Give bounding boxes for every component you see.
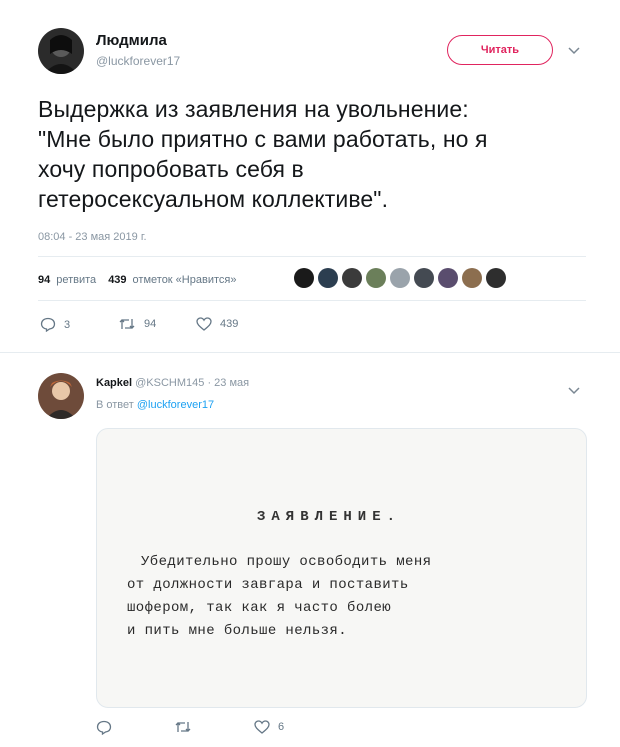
reply-author-name[interactable]: Kapkel: [96, 377, 132, 389]
reply-like-count: 6: [278, 721, 285, 733]
retweet-icon: [118, 317, 136, 331]
reply-count: 3: [64, 318, 71, 331]
reply-date[interactable]: · 23 мая: [207, 377, 249, 389]
reply-header: Kapkel @KSCHM145 · 23 мая: [96, 377, 249, 389]
document-line: от должности завгара и поставить: [127, 577, 409, 593]
heart-icon: [254, 720, 270, 734]
reply-to-line: В ответ @luckforever17: [96, 399, 214, 411]
likes-label[interactable]: отметок «Нравится»: [133, 274, 237, 286]
retweet-button[interactable]: 94: [118, 317, 156, 331]
document-line: и пить мне больше нельзя.: [127, 623, 348, 639]
author-name[interactable]: Людмила: [96, 32, 167, 49]
reply-to-mention[interactable]: @luckforever17: [137, 399, 214, 411]
like-count: 439: [220, 318, 239, 330]
reply-author-avatar[interactable]: [38, 373, 84, 419]
heart-icon: [196, 317, 212, 331]
liker-avatar[interactable]: [342, 268, 362, 288]
liker-avatar[interactable]: [486, 268, 506, 288]
retweets-label[interactable]: ретвита: [56, 274, 96, 286]
liker-avatar[interactable]: [366, 268, 386, 288]
retweet-icon: [174, 720, 192, 734]
reply-reply-button[interactable]: [96, 720, 120, 735]
like-button[interactable]: 439: [196, 317, 238, 331]
liker-avatar[interactable]: [462, 268, 482, 288]
tweet-timestamp[interactable]: 08:04 - 23 мая 2019 г.: [38, 231, 147, 243]
reply-author-handle[interactable]: @KSCHM145: [135, 377, 204, 389]
liker-avatar[interactable]: [390, 268, 410, 288]
reply-button[interactable]: 3: [40, 317, 70, 332]
liker-avatar[interactable]: [318, 268, 338, 288]
liker-avatars: [294, 268, 506, 288]
document-title: ЗАЯВЛЕНИЕ.: [257, 509, 402, 525]
document-body: Убедительно прошу освободить меня от дол…: [127, 551, 431, 643]
divider: [0, 352, 620, 353]
divider: [38, 256, 586, 257]
document-line: Убедительно прошу освободить меня: [141, 554, 432, 570]
reply-like-button[interactable]: 6: [254, 720, 284, 734]
chevron-down-icon[interactable]: [568, 382, 580, 398]
tweet-text-line: хочу попробовать себя в: [38, 156, 304, 182]
reply-icon: [40, 317, 56, 332]
tweet-text-line: гетеросексуальном коллективе".: [38, 186, 389, 212]
reply-retweet-button[interactable]: [174, 720, 200, 734]
divider: [38, 300, 586, 301]
chevron-down-icon[interactable]: [568, 42, 580, 58]
document-line: шофером, так как я часто болею: [127, 600, 392, 616]
reply-to-label: В ответ: [96, 399, 134, 411]
liker-avatar[interactable]: [414, 268, 434, 288]
retweets-count[interactable]: 94: [38, 274, 50, 286]
reply-icon: [96, 720, 112, 735]
tweet-text-line: Выдержка из заявления на увольнение:: [38, 96, 469, 122]
liker-avatar[interactable]: [438, 268, 458, 288]
likes-count[interactable]: 439: [108, 274, 126, 286]
author-avatar[interactable]: [38, 28, 84, 74]
tweet-text-line: "Мне было приятно с вами работать, но я: [38, 126, 488, 152]
follow-button[interactable]: Читать: [447, 35, 553, 65]
liker-avatar[interactable]: [294, 268, 314, 288]
engagement-stats: 94 ретвита 439 отметок «Нравится»: [38, 274, 236, 286]
attached-document-image[interactable]: ЗАЯВЛЕНИЕ. Убедительно прошу освободить …: [96, 428, 587, 708]
tweet-text: Выдержка из заявления на увольнение: "Мн…: [38, 94, 598, 214]
author-handle[interactable]: @luckforever17: [96, 54, 180, 68]
retweet-count: 94: [144, 318, 157, 330]
